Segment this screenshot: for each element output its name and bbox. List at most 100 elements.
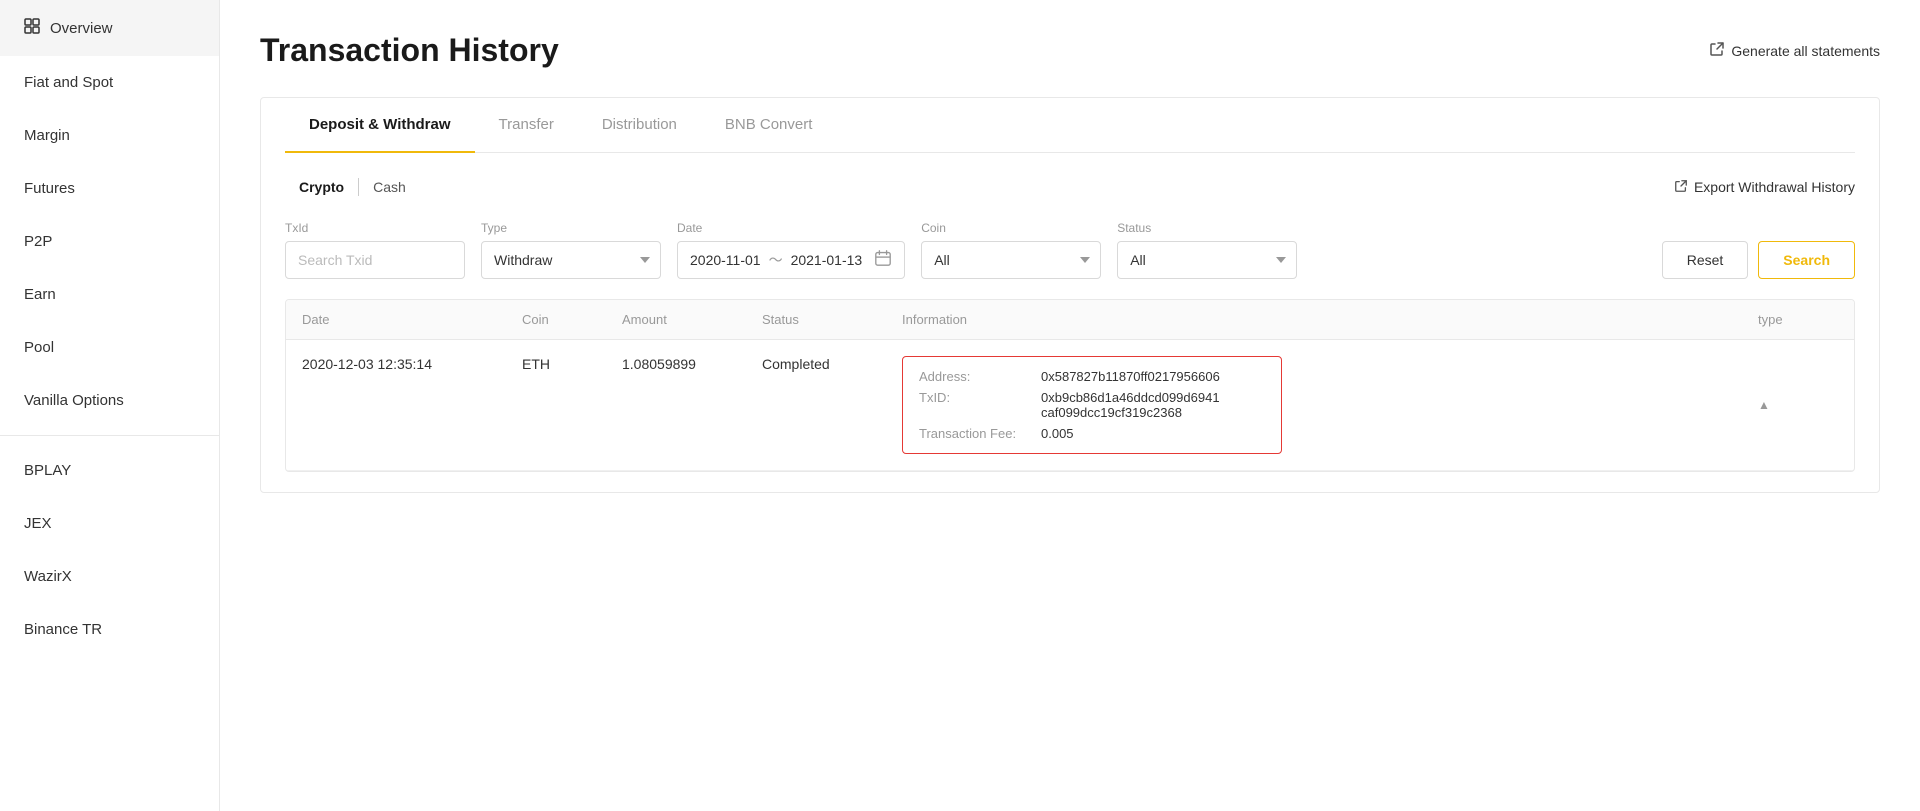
col-information: Information xyxy=(902,312,1758,327)
tab-label: Deposit & Withdraw xyxy=(309,116,451,133)
info-fee-row: Transaction Fee: 0.005 xyxy=(919,426,1265,441)
tab-bnb-convert[interactable]: BNB Convert xyxy=(701,98,837,153)
sub-tabs-row: Crypto Cash Export With xyxy=(285,173,1855,201)
date-tilde: ～ xyxy=(769,250,783,270)
date-to: 2021-01-13 xyxy=(791,252,863,268)
coin-label: Coin xyxy=(921,221,1101,235)
reset-button[interactable]: Reset xyxy=(1662,241,1749,279)
tab-deposit-withdraw[interactable]: Deposit & Withdraw xyxy=(285,98,475,153)
sidebar-item-bplay[interactable]: BPLAY xyxy=(0,444,219,497)
row-info: Address: 0x587827b11870ff0217956606 TxID… xyxy=(902,356,1758,454)
sidebar-item-earn[interactable]: Earn xyxy=(0,268,219,321)
sidebar-item-wazirx[interactable]: WazirX xyxy=(0,550,219,603)
sidebar-item-label: Earn xyxy=(24,286,56,303)
grid-icon xyxy=(24,18,40,38)
page-title: Transaction History xyxy=(260,32,559,69)
export-label: Export Withdrawal History xyxy=(1694,179,1855,195)
table-row: 2020-12-03 12:35:14 ETH 1.08059899 Compl… xyxy=(286,340,1854,471)
fee-label: Transaction Fee: xyxy=(919,426,1029,441)
sub-tab-label: Cash xyxy=(373,179,406,195)
search-button[interactable]: Search xyxy=(1758,241,1855,279)
generate-all-statements-link[interactable]: Generate all statements xyxy=(1709,41,1880,60)
transaction-table: Date Coin Amount Status Information type… xyxy=(285,299,1855,472)
sidebar-item-label: Binance TR xyxy=(24,621,102,638)
col-amount: Amount xyxy=(622,312,762,327)
sub-tab-crypto[interactable]: Crypto xyxy=(285,173,358,201)
sidebar-item-label: Vanilla Options xyxy=(24,392,124,409)
sidebar-item-binance-tr[interactable]: Binance TR xyxy=(0,603,219,656)
filter-actions: Reset Search xyxy=(1662,241,1855,279)
row-type-chevron[interactable]: ▲ xyxy=(1758,398,1838,412)
filters-row: TxId Type All Withdraw Deposit Date xyxy=(285,221,1855,279)
main-content: Transaction History Generate all stateme… xyxy=(220,0,1920,811)
coin-filter-group: Coin All xyxy=(921,221,1101,279)
sidebar-item-overview[interactable]: Overview xyxy=(0,0,219,56)
tab-label: Distribution xyxy=(602,116,677,133)
info-txid-row: TxID: 0xb9cb86d1a46ddcd099d6941 caf099dc… xyxy=(919,390,1265,420)
sidebar-item-jex[interactable]: JEX xyxy=(0,497,219,550)
sidebar-item-label: Margin xyxy=(24,127,70,144)
status-label: Status xyxy=(1117,221,1297,235)
col-coin: Coin xyxy=(522,312,622,327)
txid-value-container: 0xb9cb86d1a46ddcd099d6941 caf099dcc19cf3… xyxy=(1041,390,1220,420)
page-header: Transaction History Generate all stateme… xyxy=(260,32,1880,69)
sidebar-item-fiat-spot[interactable]: Fiat and Spot xyxy=(0,56,219,109)
row-date: 2020-12-03 12:35:14 xyxy=(302,356,522,372)
export-withdrawal-history-link[interactable]: Export Withdrawal History xyxy=(1674,179,1855,196)
sidebar-divider xyxy=(0,435,219,436)
type-select[interactable]: All Withdraw Deposit xyxy=(481,241,661,279)
sub-tab-cash[interactable]: Cash xyxy=(359,173,420,201)
txid-filter-group: TxId xyxy=(285,221,465,279)
coin-select[interactable]: All xyxy=(921,241,1101,279)
generate-label: Generate all statements xyxy=(1731,43,1880,59)
tab-distribution[interactable]: Distribution xyxy=(578,98,701,153)
sub-tab-label: Crypto xyxy=(299,179,344,195)
address-value: 0x587827b11870ff0217956606 xyxy=(1041,369,1220,384)
sidebar-item-label: JEX xyxy=(24,515,52,532)
txid-label: TxId xyxy=(285,221,465,235)
date-from: 2020-11-01 xyxy=(690,252,761,268)
address-label: Address: xyxy=(919,369,1029,384)
tab-content: Crypto Cash Export With xyxy=(285,153,1855,492)
calendar-icon[interactable] xyxy=(874,249,892,272)
external-link-icon xyxy=(1709,41,1725,60)
fee-value: 0.005 xyxy=(1041,426,1074,441)
sidebar-item-pool[interactable]: Pool xyxy=(0,321,219,374)
row-status: Completed xyxy=(762,356,902,372)
export-icon xyxy=(1674,179,1688,196)
sidebar-item-label: Pool xyxy=(24,339,54,356)
tab-label: BNB Convert xyxy=(725,116,813,133)
sidebar-item-label: BPLAY xyxy=(24,462,71,479)
row-amount: 1.08059899 xyxy=(622,356,762,372)
tabs-container: Deposit & Withdraw Transfer Distribution… xyxy=(260,97,1880,493)
txid-input[interactable] xyxy=(285,241,465,279)
sidebar-item-label: Overview xyxy=(50,20,113,37)
main-tabs: Deposit & Withdraw Transfer Distribution… xyxy=(285,98,1855,153)
col-type: type xyxy=(1758,312,1838,327)
table-header: Date Coin Amount Status Information type xyxy=(286,300,1854,340)
type-filter-group: Type All Withdraw Deposit xyxy=(481,221,661,279)
date-range-input[interactable]: 2020-11-01 ～ 2021-01-13 xyxy=(677,241,905,279)
txid-info-label: TxID: xyxy=(919,390,1029,420)
sidebar-item-margin[interactable]: Margin xyxy=(0,109,219,162)
sidebar-item-vanilla-options[interactable]: Vanilla Options xyxy=(0,374,219,427)
date-label: Date xyxy=(677,221,905,235)
sidebar-item-label: Fiat and Spot xyxy=(24,74,113,91)
col-date: Date xyxy=(302,312,522,327)
sidebar-item-label: WazirX xyxy=(24,568,72,585)
status-filter-group: Status All Completed Pending Failed xyxy=(1117,221,1297,279)
txid-value-2: caf099dcc19cf319c2368 xyxy=(1041,405,1220,420)
sub-tabs: Crypto Cash xyxy=(285,173,420,201)
type-label: Type xyxy=(481,221,661,235)
sidebar: Overview Fiat and Spot Margin Futures P2… xyxy=(0,0,220,811)
info-card: Address: 0x587827b11870ff0217956606 TxID… xyxy=(902,356,1282,454)
row-coin: ETH xyxy=(522,356,622,372)
info-address-row: Address: 0x587827b11870ff0217956606 xyxy=(919,369,1265,384)
tab-transfer[interactable]: Transfer xyxy=(475,98,578,153)
sidebar-item-futures[interactable]: Futures xyxy=(0,162,219,215)
sidebar-item-label: Futures xyxy=(24,180,75,197)
sidebar-item-p2p[interactable]: P2P xyxy=(0,215,219,268)
status-select[interactable]: All Completed Pending Failed xyxy=(1117,241,1297,279)
txid-value-1: 0xb9cb86d1a46ddcd099d6941 xyxy=(1041,390,1220,405)
col-status: Status xyxy=(762,312,902,327)
